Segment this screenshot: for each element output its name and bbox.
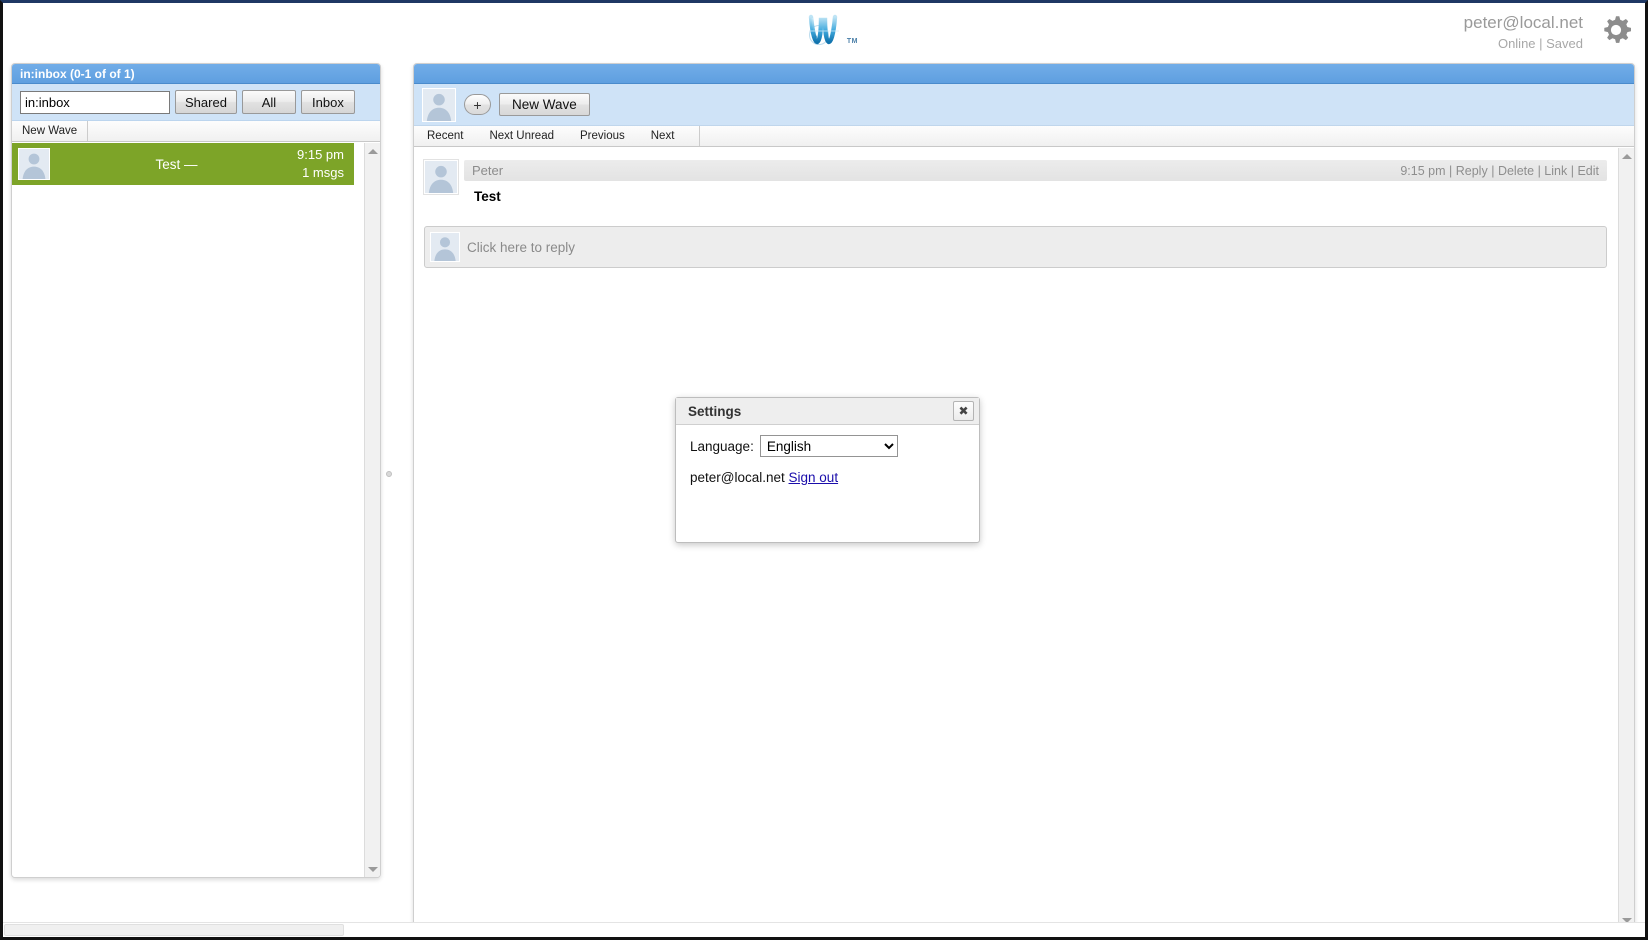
wave-list: Test — 9:15 pm 1 msgs bbox=[12, 143, 380, 877]
top-bar: TM peter@local.net Online | Saved bbox=[3, 3, 1645, 58]
avatar bbox=[430, 232, 460, 262]
trademark-mark: TM bbox=[846, 38, 858, 45]
blip-actions: 9:15 pm | Reply | Delete | Link | Edit bbox=[1400, 164, 1599, 178]
new-wave-tab[interactable]: New Wave bbox=[12, 121, 89, 141]
scroll-up-arrow-icon[interactable] bbox=[1619, 148, 1634, 164]
wave-panel: + New Wave Recent Next Unread Previous N… bbox=[413, 63, 1635, 929]
avatar bbox=[423, 159, 459, 195]
language-row: Language: English bbox=[690, 435, 979, 457]
inbox-search-row: Shared All Inbox bbox=[12, 84, 380, 121]
settings-dialog: Settings ✖ Language: English peter@local… bbox=[675, 397, 980, 543]
wave-list-item[interactable]: Test — 9:15 pm 1 msgs bbox=[12, 143, 354, 185]
wave-vertical-scrollbar[interactable] bbox=[1618, 148, 1634, 928]
panel-splitter-handle[interactable] bbox=[386, 471, 392, 477]
shared-filter-button[interactable]: Shared bbox=[175, 90, 237, 114]
inbox-filter-button[interactable]: Inbox bbox=[300, 90, 355, 114]
wave-panel-title-bar bbox=[414, 64, 1634, 84]
wave-logo: TM bbox=[792, 7, 858, 51]
nav-recent[interactable]: Recent bbox=[414, 126, 476, 146]
avatar bbox=[422, 87, 456, 122]
add-participant-button[interactable]: + bbox=[464, 94, 491, 115]
reply-box[interactable]: Click here to reply bbox=[424, 226, 1607, 268]
inbox-panel-title: in:inbox (0-1 of of 1) bbox=[12, 64, 380, 84]
settings-dialog-body: Language: English peter@local.net Sign o… bbox=[676, 425, 979, 485]
blip-link-action[interactable]: Link bbox=[1544, 164, 1567, 178]
nav-separator bbox=[699, 126, 701, 146]
account-info: peter@local.net Online | Saved bbox=[1464, 12, 1583, 52]
settings-account-row: peter@local.net Sign out bbox=[690, 470, 979, 485]
blip-action-sep-3: | bbox=[1537, 163, 1541, 178]
blip-action-sep-4: | bbox=[1570, 163, 1574, 178]
wave-list-item-count: 1 msgs bbox=[302, 165, 344, 180]
sign-out-link[interactable]: Sign out bbox=[789, 470, 839, 485]
wave-list-item-time: 9:15 pm bbox=[297, 147, 344, 163]
all-filter-button[interactable]: All bbox=[241, 90, 296, 114]
wave-compose-row: + New Wave bbox=[414, 84, 1634, 126]
account-status: Online | Saved bbox=[1497, 35, 1583, 51]
nav-next[interactable]: Next bbox=[638, 126, 688, 146]
blip-main: Peter 9:15 pm | Reply | Delete | Link | … bbox=[464, 160, 1607, 204]
new-wave-button[interactable]: New Wave bbox=[499, 93, 590, 116]
nav-next-unread[interactable]: Next Unread bbox=[476, 126, 567, 146]
blip-edit-action[interactable]: Edit bbox=[1577, 164, 1599, 178]
settings-account-email: peter@local.net bbox=[690, 470, 785, 485]
blip-body-text: Test bbox=[474, 189, 501, 204]
blip-delete-action[interactable]: Delete bbox=[1498, 164, 1534, 178]
language-label: Language: bbox=[690, 438, 754, 454]
inbox-vertical-scrollbar[interactable] bbox=[364, 143, 380, 877]
scroll-down-arrow-icon[interactable] bbox=[365, 861, 380, 877]
reply-placeholder: Click here to reply bbox=[467, 239, 576, 255]
settings-dialog-title: Settings bbox=[688, 403, 742, 419]
page-horizontal-scrollbar[interactable] bbox=[3, 922, 1645, 937]
nav-previous[interactable]: Previous bbox=[567, 126, 638, 146]
scroll-up-arrow-icon[interactable] bbox=[365, 143, 380, 159]
language-select[interactable]: English bbox=[759, 435, 898, 457]
wave-list-item-title: Test — bbox=[155, 156, 198, 172]
wave-nav-strip: Recent Next Unread Previous Next bbox=[414, 126, 1634, 147]
account-email: peter@local.net bbox=[1463, 13, 1583, 32]
gear-icon[interactable] bbox=[1599, 13, 1633, 47]
inbox-panel: in:inbox (0-1 of of 1) Shared All Inbox … bbox=[11, 63, 381, 878]
blip-header: Peter 9:15 pm | Reply | Delete | Link | … bbox=[464, 160, 1607, 181]
blip-action-sep-1: | bbox=[1449, 163, 1453, 178]
close-icon[interactable]: ✖ bbox=[953, 401, 974, 421]
blip-action-sep-2: | bbox=[1491, 163, 1495, 178]
wave-list-item-meta: 9:15 pm 1 msgs bbox=[297, 146, 348, 181]
inbox-tabstrip: New Wave bbox=[12, 121, 380, 142]
blip-reply-action[interactable]: Reply bbox=[1456, 164, 1488, 178]
wave-thread: Peter 9:15 pm | Reply | Delete | Link | … bbox=[414, 148, 1617, 928]
page-horizontal-scrollbar-thumb[interactable] bbox=[4, 924, 344, 936]
wave-application-window: TM peter@local.net Online | Saved in:inb… bbox=[0, 0, 1648, 940]
settings-dialog-titlebar: Settings ✖ bbox=[676, 398, 979, 425]
blip-author: Peter bbox=[472, 163, 504, 178]
blip-time: 9:15 pm bbox=[1400, 163, 1446, 178]
avatar bbox=[18, 148, 50, 180]
search-input[interactable] bbox=[20, 90, 170, 114]
blip: Peter 9:15 pm | Reply | Delete | Link | … bbox=[423, 159, 1607, 204]
